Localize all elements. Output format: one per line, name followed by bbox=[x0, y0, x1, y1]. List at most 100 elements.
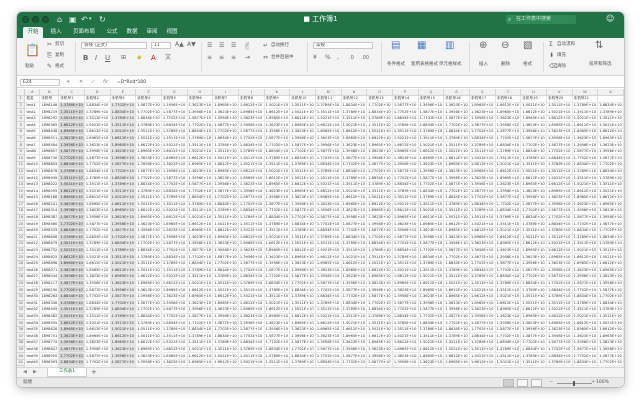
cell[interactable]: 1.3511E+10 bbox=[212, 346, 239, 354]
cell[interactable]: 1.3956E+10 bbox=[469, 313, 496, 321]
cell[interactable]: 1.3511E+10 bbox=[187, 339, 214, 347]
cell[interactable]: 1.3789E+10 bbox=[366, 247, 393, 255]
cell[interactable]: 1.5877E+10 bbox=[495, 128, 522, 136]
cell[interactable]: 1.3511E+10 bbox=[520, 161, 547, 169]
cell[interactable]: 1.3511E+10 bbox=[161, 135, 188, 143]
cell[interactable]: 1.5021E+10 bbox=[161, 207, 188, 215]
cell[interactable]: 1.5877E+10 bbox=[58, 148, 85, 156]
header-cell[interactable]: 姓名 bbox=[24, 95, 41, 103]
cell[interactable]: 1898606 bbox=[39, 234, 60, 242]
cell[interactable]: 1.3623E+10 bbox=[161, 227, 188, 235]
cell[interactable]: 1.5021E+10 bbox=[418, 273, 445, 281]
cell[interactable]: 1.5021E+10 bbox=[341, 187, 368, 195]
cell[interactable]: 1.3623E+10 bbox=[135, 154, 162, 163]
cell[interactable]: 1898920 bbox=[39, 352, 60, 360]
cell[interactable]: 1.8965E+10 bbox=[264, 115, 291, 123]
cell[interactable]: 1.7702E+10 bbox=[392, 306, 419, 314]
column-header[interactable]: R bbox=[443, 89, 470, 97]
cell[interactable]: 1.6612E+10 bbox=[315, 121, 342, 130]
cell[interactable]: 1.3956E+10 bbox=[135, 293, 162, 301]
cell[interactable]: 1.7702E+10 bbox=[238, 267, 265, 275]
cell[interactable]: 1.8965E+10 bbox=[418, 220, 445, 228]
cell[interactable]: 1.5021E+10 bbox=[58, 313, 85, 321]
cell[interactable]: 1.3511E+10 bbox=[212, 148, 239, 156]
cell[interactable]: test30 bbox=[24, 293, 41, 301]
cell[interactable]: 1.3789E+10 bbox=[187, 332, 214, 341]
name-box-dropdown-icon[interactable]: ▾ bbox=[67, 79, 70, 86]
tab-insert[interactable]: 插入 bbox=[47, 27, 65, 38]
cell[interactable]: 1.5021E+10 bbox=[110, 326, 137, 334]
cell[interactable]: 1.3623E+10 bbox=[546, 260, 573, 268]
header-cell[interactable]: 手机号7 bbox=[212, 95, 239, 103]
cell[interactable]: 1.7702E+10 bbox=[418, 247, 445, 255]
cell[interactable]: 1.3623E+10 bbox=[212, 108, 239, 116]
cell[interactable]: 1.5877E+10 bbox=[443, 313, 470, 321]
cell[interactable]: 1.3511E+10 bbox=[366, 253, 393, 261]
cell[interactable]: 1.3956E+10 bbox=[264, 260, 291, 268]
cell[interactable]: 1.3956E+10 bbox=[238, 319, 265, 327]
row-header[interactable]: 5 bbox=[17, 121, 26, 130]
cell[interactable]: test18 bbox=[24, 214, 41, 222]
cell[interactable]: 1.5877E+10 bbox=[58, 346, 85, 354]
cell[interactable]: 1.3956E+10 bbox=[418, 168, 445, 176]
cell[interactable]: 1.5021E+10 bbox=[161, 141, 188, 149]
cell[interactable]: 1.3956E+10 bbox=[187, 108, 214, 116]
cell[interactable]: 1.5877E+10 bbox=[187, 313, 214, 321]
cell[interactable]: 1.3623E+10 bbox=[392, 220, 419, 228]
cell[interactable]: 1.5877E+10 bbox=[315, 280, 342, 288]
cell[interactable]: 1898482 bbox=[39, 313, 60, 321]
cell[interactable]: 1.7702E+10 bbox=[212, 128, 239, 136]
cell[interactable]: 1.3956E+10 bbox=[315, 207, 342, 215]
header-cell[interactable]: 手机号2 bbox=[84, 95, 111, 103]
cell[interactable]: 1.3956E+10 bbox=[469, 247, 496, 255]
normal-view-button[interactable] bbox=[503, 379, 514, 387]
cell[interactable]: 1.5877E+10 bbox=[238, 260, 265, 268]
cell[interactable]: 1.3789E+10 bbox=[469, 339, 496, 347]
column-header[interactable]: F bbox=[135, 89, 162, 97]
cell[interactable]: 1.3789E+10 bbox=[366, 115, 393, 123]
row-header[interactable]: 7 bbox=[17, 135, 26, 143]
column-header[interactable]: Q bbox=[418, 89, 445, 97]
format-as-table-button[interactable]: 套用表格格式 bbox=[411, 62, 438, 68]
cell[interactable]: 1.3511E+10 bbox=[366, 121, 393, 130]
cell[interactable]: 1.3623E+10 bbox=[443, 234, 470, 242]
cell[interactable]: 1.3956E+10 bbox=[212, 181, 239, 189]
cell[interactable]: 1.5877E+10 bbox=[572, 148, 599, 156]
cell[interactable]: 1.3789E+10 bbox=[495, 148, 522, 156]
cell[interactable]: 1.8965E+10 bbox=[597, 332, 624, 341]
cell[interactable]: 1.8965E+10 bbox=[289, 319, 316, 327]
cell[interactable]: 1.8965E+10 bbox=[289, 253, 316, 261]
row-header[interactable]: 23 bbox=[17, 240, 26, 248]
row-header[interactable]: 16 bbox=[17, 194, 26, 202]
cell[interactable]: 1.3511E+10 bbox=[392, 128, 419, 136]
header-cell[interactable]: 手机号13 bbox=[366, 95, 393, 103]
cell[interactable]: 1.3956E+10 bbox=[161, 168, 188, 176]
cell[interactable]: 1.6612E+10 bbox=[238, 234, 265, 242]
cell[interactable]: 1.6612E+10 bbox=[418, 346, 445, 354]
underline-icon[interactable]: U bbox=[105, 54, 110, 62]
cell[interactable]: 1.5021E+10 bbox=[187, 280, 214, 288]
cell[interactable]: 1.3789E+10 bbox=[187, 267, 214, 275]
cell[interactable]: 1.8965E+10 bbox=[495, 174, 522, 182]
cell[interactable]: 1898263 bbox=[39, 293, 60, 301]
cell[interactable]: 1.3956E+10 bbox=[443, 174, 470, 182]
cell[interactable]: 1.5877E+10 bbox=[161, 306, 188, 314]
cell[interactable]: 1.8834E+10 bbox=[495, 273, 522, 281]
cell[interactable]: 1.5021E+10 bbox=[392, 135, 419, 143]
cell[interactable]: 1.5877E+10 bbox=[597, 286, 624, 294]
cell[interactable]: 1.8965E+10 bbox=[135, 346, 162, 354]
cell[interactable]: test37 bbox=[24, 339, 41, 347]
cell[interactable]: 1.8965E+10 bbox=[495, 108, 522, 116]
cell[interactable]: 1.3789E+10 bbox=[418, 260, 445, 268]
cell[interactable]: 1.5877E+10 bbox=[546, 273, 573, 281]
cell[interactable]: 1.7702E+10 bbox=[315, 154, 342, 163]
cell[interactable]: 1.3956E+10 bbox=[84, 148, 111, 156]
cell[interactable]: 1.3789E+10 bbox=[341, 240, 368, 248]
cell[interactable]: 1.8965E+10 bbox=[187, 227, 214, 235]
cell[interactable]: 1.3789E+10 bbox=[315, 300, 342, 308]
cell[interactable]: 1.3511E+10 bbox=[161, 332, 188, 341]
cell[interactable]: 1.3623E+10 bbox=[443, 300, 470, 308]
cell[interactable]: 1.3511E+10 bbox=[289, 168, 316, 176]
cell[interactable]: 1.8834E+10 bbox=[469, 201, 496, 209]
cell[interactable]: 1.3956E+10 bbox=[520, 194, 547, 202]
